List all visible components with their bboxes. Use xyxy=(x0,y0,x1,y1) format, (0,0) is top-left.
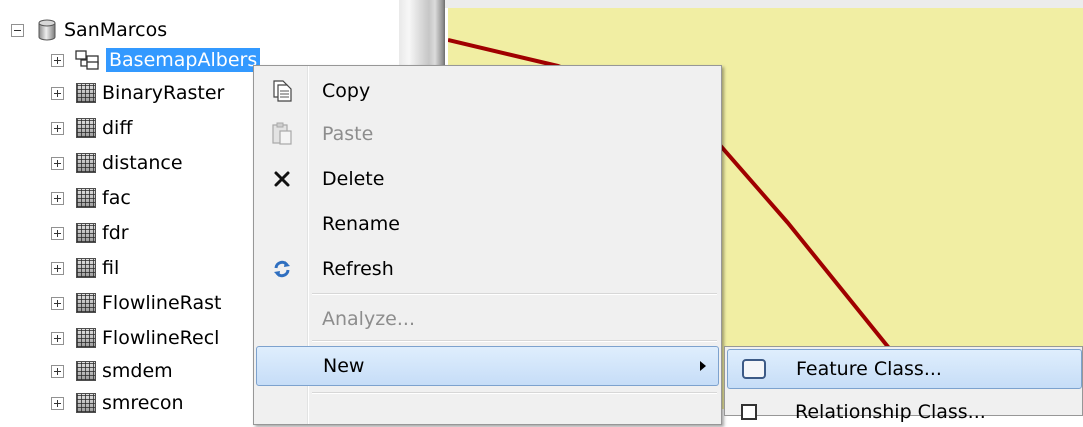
menu-item-label: Delete xyxy=(322,168,385,190)
raster-dataset-icon xyxy=(76,328,96,348)
expand-toggle[interactable] xyxy=(51,86,64,100)
raster-dataset-icon xyxy=(76,393,96,413)
raster-dataset-icon xyxy=(76,223,96,243)
tree-node-label: diff xyxy=(102,117,133,139)
refresh-icon xyxy=(256,259,308,279)
menu-item-label: Feature Class... xyxy=(796,358,942,380)
menu-separator xyxy=(312,293,717,295)
geodatabase-icon xyxy=(38,19,56,41)
tree-node-fac[interactable]: fac xyxy=(51,183,131,213)
menu-item-label: New xyxy=(323,355,365,377)
raster-dataset-icon xyxy=(76,188,96,208)
paste-icon xyxy=(256,122,308,146)
menu-item-feature-class[interactable]: Feature Class... xyxy=(727,349,1082,389)
raster-dataset-icon xyxy=(76,361,96,381)
tree-node-basemapalbers[interactable]: BasemapAlbers xyxy=(51,45,261,75)
menu-item-rename[interactable]: Rename xyxy=(256,204,719,244)
menu-item-refresh[interactable]: Refresh xyxy=(256,249,719,289)
expand-toggle[interactable] xyxy=(51,191,64,205)
menu-item-label: Refresh xyxy=(322,258,394,280)
expand-toggle[interactable] xyxy=(51,331,64,345)
menu-item-relationship-class[interactable]: Relationship Class... xyxy=(727,397,1082,427)
feature-dataset-icon xyxy=(75,50,99,70)
context-menu: Copy Paste Delete Rename Refresh Analyze… xyxy=(253,65,722,425)
tree-node-label: fac xyxy=(102,187,131,209)
submenu-arrow-icon xyxy=(700,361,706,371)
tree-node-fil[interactable]: fil xyxy=(51,253,119,283)
tree-node-label: BinaryRaster xyxy=(102,82,225,104)
tree-node-label: smdem xyxy=(102,360,173,382)
menu-separator xyxy=(312,392,717,394)
copy-icon xyxy=(256,80,308,102)
collapse-toggle[interactable] xyxy=(11,23,24,37)
tree-node-label: SanMarcos xyxy=(64,19,168,41)
feature-class-icon xyxy=(742,359,766,379)
raster-dataset-icon xyxy=(76,83,96,103)
tree-node-diff[interactable]: diff xyxy=(51,113,132,143)
tree-node-flowlinerecl[interactable]: FlowlineRecl xyxy=(51,323,219,353)
raster-dataset-icon xyxy=(76,258,96,278)
tree-node-smrecon[interactable]: smrecon xyxy=(51,388,184,418)
menu-item-label: Analyze... xyxy=(322,308,415,330)
tree-node-label: fdr xyxy=(102,222,129,244)
menu-item-paste[interactable]: Paste xyxy=(256,114,719,154)
menu-item-label: Rename xyxy=(322,213,400,235)
tree-node-fdr[interactable]: fdr xyxy=(51,218,129,248)
expand-toggle[interactable] xyxy=(51,364,64,378)
tree-node-label: distance xyxy=(102,152,183,174)
menu-item-label: Copy xyxy=(322,80,371,102)
menu-item-analyze[interactable]: Analyze... xyxy=(256,299,719,339)
menu-item-label: Paste xyxy=(322,123,374,145)
menu-separator xyxy=(312,340,717,342)
expand-toggle[interactable] xyxy=(51,121,64,135)
tree-node-label: fil xyxy=(102,257,120,279)
tree-node-label: smrecon xyxy=(102,392,184,414)
tree-node-label-selected: BasemapAlbers xyxy=(106,48,261,72)
menu-item-label: Relationship Class... xyxy=(795,401,986,423)
expand-toggle[interactable] xyxy=(51,156,64,170)
tree-node-label: FlowlineRast xyxy=(102,292,222,314)
new-submenu: Feature Class... Relationship Class... xyxy=(724,346,1083,423)
expand-toggle[interactable] xyxy=(51,296,64,310)
tree-node-sanmarcos[interactable]: SanMarcos xyxy=(11,15,167,45)
raster-dataset-icon xyxy=(76,153,96,173)
menu-item-copy[interactable]: Copy xyxy=(256,71,719,111)
splitter-top-edge xyxy=(399,0,1083,8)
tree-node-label: FlowlineRecl xyxy=(102,327,220,349)
tree-node-distance[interactable]: distance xyxy=(51,148,183,178)
menu-item-delete[interactable]: Delete xyxy=(256,159,719,199)
tree-node-flowlinerast[interactable]: FlowlineRast xyxy=(51,288,221,318)
tree-node-binaryraster[interactable]: BinaryRaster xyxy=(51,78,224,108)
expand-toggle[interactable] xyxy=(51,53,64,67)
menu-item-new[interactable]: New xyxy=(256,346,719,386)
raster-dataset-icon xyxy=(76,118,96,138)
expand-toggle[interactable] xyxy=(51,396,64,410)
relationship-class-icon xyxy=(741,402,765,422)
expand-toggle[interactable] xyxy=(51,261,64,275)
raster-dataset-icon xyxy=(76,293,96,313)
delete-icon xyxy=(256,170,308,188)
expand-toggle[interactable] xyxy=(51,226,64,240)
tree-node-smdem[interactable]: smdem xyxy=(51,356,173,386)
